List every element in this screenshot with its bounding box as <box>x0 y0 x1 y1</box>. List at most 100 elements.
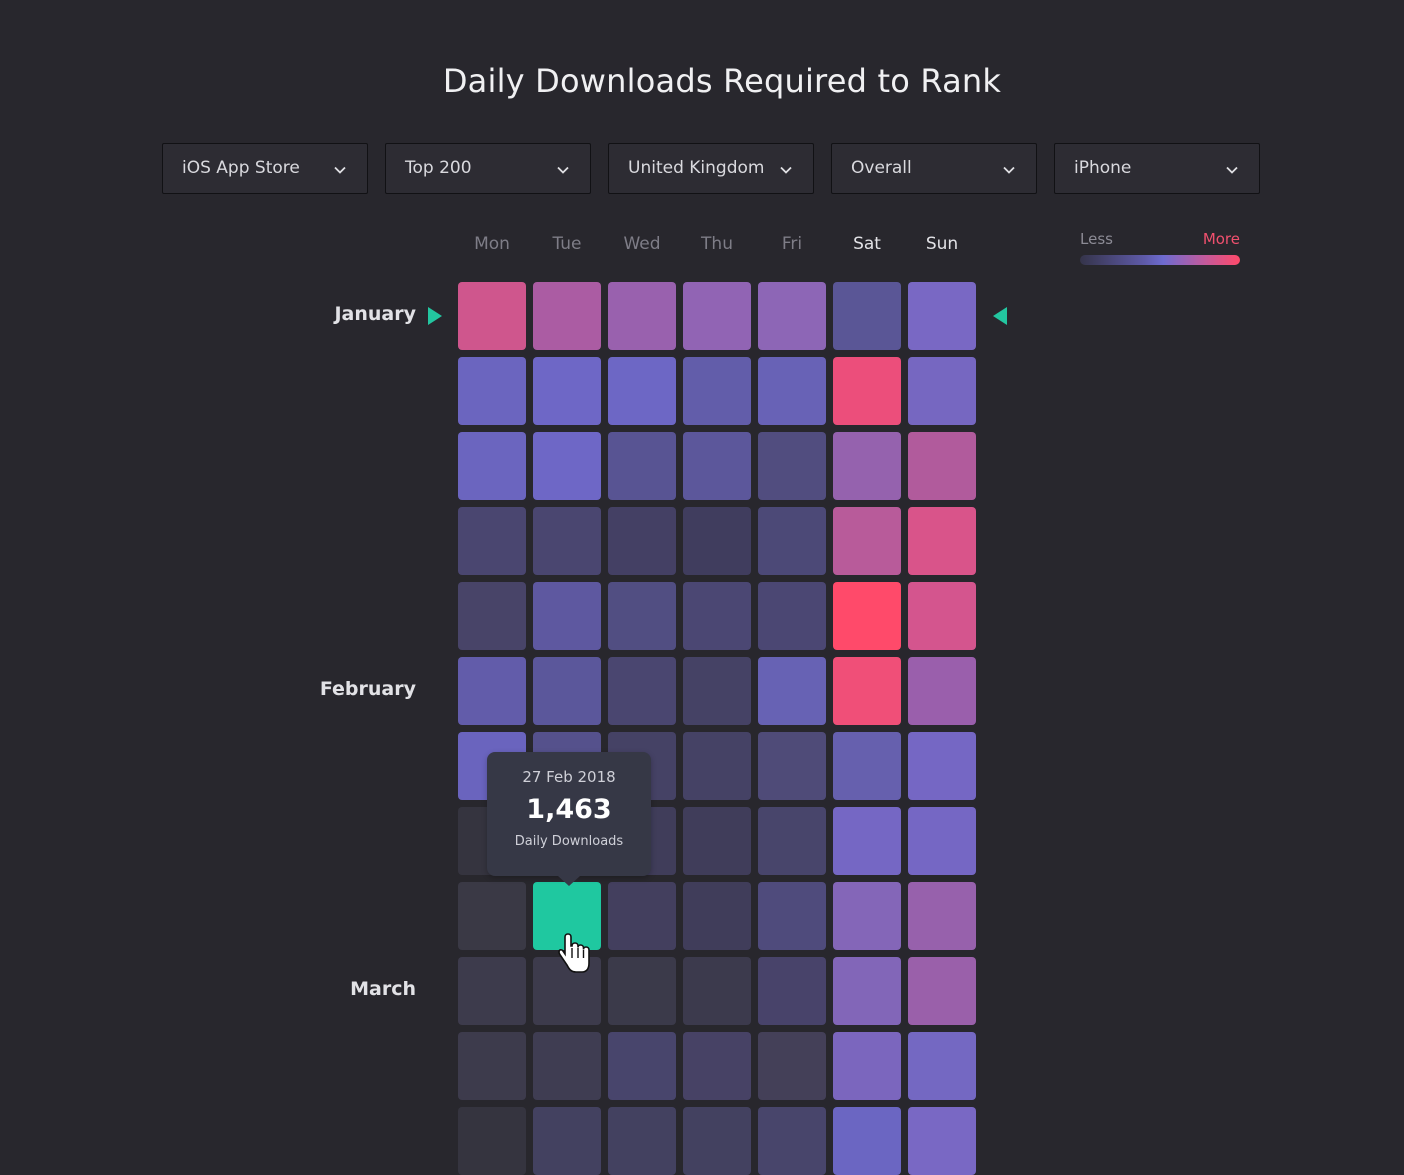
heatmap-cell[interactable] <box>458 432 526 500</box>
heatmap-cell[interactable] <box>833 1032 901 1100</box>
rank-select[interactable]: Top 200 <box>385 143 591 194</box>
chevron-down-icon <box>334 166 346 174</box>
heatmap-cell[interactable] <box>458 657 526 725</box>
heatmap-cell[interactable] <box>683 432 751 500</box>
weekday-label-sun: Sun <box>925 234 959 254</box>
heatmap-cell[interactable] <box>608 657 676 725</box>
heatmap-cell[interactable] <box>908 1107 976 1175</box>
heatmap-cell[interactable] <box>533 1107 601 1175</box>
heatmap-cell[interactable] <box>908 657 976 725</box>
heatmap-cell[interactable] <box>683 282 751 350</box>
heatmap-cell[interactable] <box>608 1032 676 1100</box>
heatmap-cell[interactable] <box>533 582 601 650</box>
heatmap-cell[interactable] <box>458 957 526 1025</box>
heatmap-cell[interactable] <box>908 1032 976 1100</box>
heatmap-cell[interactable] <box>833 657 901 725</box>
heatmap-cell[interactable] <box>458 357 526 425</box>
heatmap-cell[interactable] <box>458 582 526 650</box>
heatmap-cell[interactable] <box>533 357 601 425</box>
heatmap-cell[interactable] <box>908 582 976 650</box>
heatmap-cell[interactable] <box>533 657 601 725</box>
heatmap-cell[interactable] <box>458 1032 526 1100</box>
heatmap-cell[interactable] <box>908 732 976 800</box>
chevron-down-icon <box>1003 166 1015 174</box>
heatmap-cell[interactable] <box>683 957 751 1025</box>
page-title: Daily Downloads Required to Rank <box>442 62 1002 100</box>
heatmap-cell[interactable] <box>758 282 826 350</box>
heatmap-cell[interactable] <box>608 282 676 350</box>
heatmap-cell[interactable] <box>608 357 676 425</box>
heatmap-cell[interactable] <box>458 882 526 950</box>
heatmap-cell[interactable] <box>758 1032 826 1100</box>
heatmap-cell[interactable] <box>758 357 826 425</box>
heatmap-cell[interactable] <box>533 282 601 350</box>
heatmap-cell[interactable] <box>683 882 751 950</box>
heatmap-cell[interactable] <box>458 507 526 575</box>
heatmap-cell[interactable] <box>683 1107 751 1175</box>
heatmap-cell[interactable] <box>608 507 676 575</box>
heatmap-cell[interactable] <box>533 507 601 575</box>
heatmap-cell[interactable] <box>683 657 751 725</box>
heatmap-cell[interactable] <box>833 882 901 950</box>
store-select[interactable]: iOS App Store <box>162 143 368 194</box>
heatmap-cell[interactable] <box>833 807 901 875</box>
heatmap-cell[interactable] <box>458 1107 526 1175</box>
heatmap-cell[interactable] <box>683 582 751 650</box>
current-week-marker-right-icon <box>993 307 1007 325</box>
heatmap-cell[interactable] <box>833 1107 901 1175</box>
store-select-value: iOS App Store <box>182 158 300 178</box>
heatmap-cell[interactable] <box>758 1107 826 1175</box>
heatmap-cell[interactable] <box>758 432 826 500</box>
device-select-value: iPhone <box>1074 158 1132 178</box>
heatmap-cell[interactable] <box>758 807 826 875</box>
heatmap-cell[interactable] <box>683 732 751 800</box>
category-select[interactable]: Overall <box>831 143 1037 194</box>
heatmap-cell[interactable] <box>908 957 976 1025</box>
country-select[interactable]: United Kingdom <box>608 143 814 194</box>
heatmap-cell[interactable] <box>758 732 826 800</box>
heatmap-cell[interactable] <box>758 882 826 950</box>
heatmap-cell[interactable] <box>608 882 676 950</box>
heatmap-cell[interactable] <box>833 432 901 500</box>
heatmap-cell[interactable] <box>908 507 976 575</box>
heatmap-cell[interactable] <box>833 282 901 350</box>
heatmap-cell[interactable] <box>608 582 676 650</box>
heatmap-cell[interactable] <box>833 582 901 650</box>
heatmap-cell[interactable] <box>683 1032 751 1100</box>
heatmap-cell[interactable] <box>833 957 901 1025</box>
rank-select-value: Top 200 <box>405 158 472 178</box>
heatmap-cell-selected[interactable] <box>533 882 601 950</box>
device-select[interactable]: iPhone <box>1054 143 1260 194</box>
tooltip-date: 27 Feb 2018 <box>522 768 616 786</box>
legend-less-label: Less <box>1080 230 1113 248</box>
heatmap-cell[interactable] <box>758 957 826 1025</box>
legend-more-label: More <box>1202 230 1240 248</box>
tooltip-label: Daily Downloads <box>514 834 624 849</box>
heatmap-cell[interactable] <box>533 432 601 500</box>
weekday-label-mon: Mon <box>474 234 510 254</box>
heatmap-cell[interactable] <box>683 507 751 575</box>
heatmap-cell[interactable] <box>608 1107 676 1175</box>
heatmap-cell[interactable] <box>683 807 751 875</box>
country-select-value: United Kingdom <box>628 158 765 178</box>
heatmap-cell[interactable] <box>533 1032 601 1100</box>
heatmap-cell[interactable] <box>908 432 976 500</box>
tooltip: 27 Feb 2018 1,463 Daily Downloads <box>487 752 651 886</box>
weekday-label-wed: Wed <box>623 234 661 254</box>
heatmap-cell[interactable] <box>908 357 976 425</box>
heatmap-cell[interactable] <box>908 882 976 950</box>
heatmap-cell[interactable] <box>758 657 826 725</box>
heatmap-cell[interactable] <box>608 432 676 500</box>
heatmap-cell[interactable] <box>683 357 751 425</box>
heatmap-cell[interactable] <box>533 957 601 1025</box>
weekday-label-tue: Tue <box>552 234 582 254</box>
heatmap-cell[interactable] <box>908 807 976 875</box>
heatmap-cell[interactable] <box>833 732 901 800</box>
heatmap-cell[interactable] <box>833 507 901 575</box>
heatmap-cell[interactable] <box>758 582 826 650</box>
heatmap-cell[interactable] <box>833 357 901 425</box>
heatmap-cell[interactable] <box>608 957 676 1025</box>
heatmap-cell[interactable] <box>908 282 976 350</box>
heatmap-cell[interactable] <box>758 507 826 575</box>
heatmap-cell[interactable] <box>458 282 526 350</box>
